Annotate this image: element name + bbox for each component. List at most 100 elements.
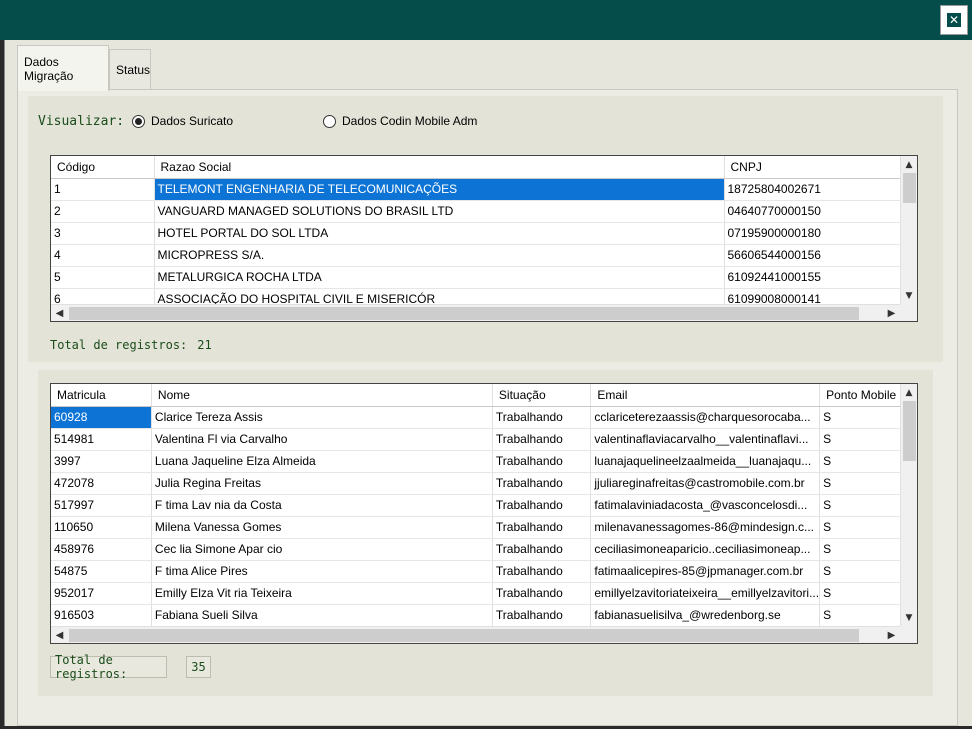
scroll-up-icon[interactable]: ▲ [901, 156, 917, 173]
cell-email[interactable]: ceciliasimoneaparicio..ceciliasimoneap..… [590, 538, 821, 561]
cell-nome[interactable]: Milena Vanessa Gomes [151, 516, 493, 539]
cell-razao-social[interactable]: VANGUARD MANAGED SOLUTIONS DO BRASIL LTD [154, 200, 725, 223]
cell-razao-social[interactable]: TELEMONT ENGENHARIA DE TELECOMUNICAÇÕES [154, 178, 725, 201]
scroll-right-icon[interactable]: ▶ [883, 305, 900, 321]
cell-email[interactable]: emillyelzavitoriateixeira__emillyelzavit… [590, 582, 821, 605]
cell-situacao[interactable]: Trabalhando [492, 604, 592, 627]
table-row[interactable]: 514981 Valentina Fl via Carvalho Trabalhan… [51, 428, 917, 451]
cell-matricula[interactable]: 472078 [51, 472, 152, 495]
cell-nome[interactable]: Cec lia Simone Apar cio [151, 538, 493, 561]
table-row[interactable]: 2 VANGUARD MANAGED SOLUTIONS DO BRASIL LT… [51, 200, 902, 223]
cell-matricula[interactable]: 3997 [51, 450, 152, 473]
scroll-down-icon[interactable]: ▼ [901, 287, 917, 304]
cell-matricula[interactable]: 110650 [51, 516, 152, 539]
cell-email[interactable]: fatimaalicepires-85@jpmanager.com.br [590, 560, 821, 583]
cell-codigo[interactable]: 4 [51, 244, 155, 267]
column-header-matricula[interactable]: Matricula [51, 384, 152, 407]
cell-nome[interactable]: Julia Regina Freitas [151, 472, 493, 495]
cell-email[interactable]: fatimalaviniadacosta_@vasconcelosdi... [590, 494, 821, 517]
cell-situacao[interactable]: Trabalhando [492, 516, 592, 539]
scroll-thumb[interactable] [903, 401, 916, 461]
cell-situacao[interactable]: Trabalhando [492, 582, 592, 605]
cell-codigo[interactable]: 2 [51, 200, 155, 223]
table-row[interactable]: 110650 Milena Vanessa Gomes Trabalhando mil… [51, 516, 917, 539]
employees-horizontal-scrollbar[interactable]: ◀ ▶ [51, 626, 900, 643]
cell-situacao[interactable]: Trabalhando [492, 428, 592, 451]
table-row[interactable]: 60928 Clarice Tereza Assis Trabalhando ccla… [51, 406, 917, 429]
cell-email[interactable]: jjuliareginafreitas@castromobile.com.br [590, 472, 821, 495]
cell-matricula[interactable]: 54875 [51, 560, 152, 583]
table-row[interactable]: 5 METALURGICA ROCHA LTDA 61092441000155 [51, 266, 902, 289]
scroll-thumb[interactable] [69, 629, 859, 642]
scroll-left-icon[interactable]: ◀ [51, 305, 68, 321]
cell-matricula[interactable]: 458976 [51, 538, 152, 561]
column-header-situacao[interactable]: Situação [492, 384, 592, 407]
cell-nome[interactable]: F tima Lav nia da Costa [151, 494, 493, 517]
table-row[interactable]: 916503 Fabiana Sueli Silva Trabalhando fabi… [51, 604, 917, 627]
table-row[interactable]: 1 TELEMONT ENGENHARIA DE TELECOMUNICAÇÕES… [51, 178, 902, 201]
cell-cnpj[interactable]: 18725804002671 [724, 178, 902, 201]
scroll-down-icon[interactable]: ▼ [901, 609, 917, 626]
cell-matricula[interactable]: 514981 [51, 428, 152, 451]
cell-matricula[interactable]: 952017 [51, 582, 152, 605]
table-row[interactable]: 3 HOTEL PORTAL DO SOL LTDA 07195900000180 [51, 222, 902, 245]
cell-cnpj[interactable]: 56606544000156 [724, 244, 902, 267]
cell-email[interactable]: milenavanessagomes-86@mindesign.c... [590, 516, 821, 539]
radio-dados-suricato[interactable]: Dados Suricato [132, 114, 233, 128]
cell-codigo[interactable]: 5 [51, 266, 155, 289]
cell-matricula[interactable]: 916503 [51, 604, 152, 627]
table-row[interactable]: 4 MICROPRESS S/A. 56606544000156 [51, 244, 902, 267]
cell-situacao[interactable]: Trabalhando [492, 538, 592, 561]
scroll-thumb[interactable] [903, 173, 916, 203]
table-row[interactable]: 517997 F tima Lav nia da Costa Trabalhando… [51, 494, 917, 517]
companies-vertical-scrollbar[interactable]: ▲ ▼ [900, 156, 917, 304]
tab-status[interactable]: Status [109, 49, 151, 89]
table-row[interactable]: 3997 Luana Jaqueline Elza Almeida Trabalha… [51, 450, 917, 473]
cell-situacao[interactable]: Trabalhando [492, 494, 592, 517]
radio-dados-codin-mobile-adm[interactable]: Dados Codin Mobile Adm [323, 114, 477, 128]
cell-codigo[interactable]: 3 [51, 222, 155, 245]
table-row[interactable]: 952017 Emilly Elza Vit ria Teixeira Trabal… [51, 582, 917, 605]
cell-email[interactable]: luanajaquelineelzaalmeida__luanajaqu... [590, 450, 821, 473]
cell-codigo[interactable]: 1 [51, 178, 155, 201]
cell-matricula[interactable]: 517997 [51, 494, 152, 517]
cell-nome[interactable]: Clarice Tereza Assis [151, 406, 493, 429]
column-header-cnpj[interactable]: CNPJ [724, 156, 902, 179]
cell-email[interactable]: fabianasuelisilva_@wredenborg.se [590, 604, 821, 627]
cell-email[interactable]: valentinaflaviacarvalho__valentinaflavi.… [590, 428, 821, 451]
cell-nome[interactable]: Fabiana Sueli Silva [151, 604, 493, 627]
employees-grid[interactable]: Matricula Nome Situação Email Ponto Mobi… [50, 383, 918, 644]
cell-cnpj[interactable]: 61092441000155 [724, 266, 902, 289]
cell-razao-social[interactable]: METALURGICA ROCHA LTDA [154, 266, 725, 289]
cell-situacao[interactable]: Trabalhando [492, 560, 592, 583]
cell-razao-social[interactable]: HOTEL PORTAL DO SOL LTDA [154, 222, 725, 245]
table-row[interactable]: 472078 Julia Regina Freitas Trabalhando jju… [51, 472, 917, 495]
cell-situacao[interactable]: Trabalhando [492, 450, 592, 473]
employees-vertical-scrollbar[interactable]: ▲ ▼ [900, 384, 917, 626]
close-button[interactable]: ✕ [940, 5, 968, 35]
scroll-left-icon[interactable]: ◀ [51, 627, 68, 643]
column-header-codigo[interactable]: Código [51, 156, 155, 179]
scroll-thumb[interactable] [69, 307, 859, 320]
companies-horizontal-scrollbar[interactable]: ◀ ▶ [51, 304, 900, 321]
cell-cnpj[interactable]: 04640770000150 [724, 200, 902, 223]
table-row[interactable]: 54875 F tima Alice Pires Trabalhando fatima… [51, 560, 917, 583]
scroll-up-icon[interactable]: ▲ [901, 384, 917, 401]
tab-dados-migracao[interactable]: Dados Migração [17, 45, 109, 91]
companies-grid[interactable]: Código Razao Social CNPJ 1 TELEMONT ENGEN… [50, 155, 918, 322]
cell-situacao[interactable]: Trabalhando [492, 406, 592, 429]
cell-nome[interactable]: Valentina Fl via Carvalho [151, 428, 493, 451]
column-header-nome[interactable]: Nome [151, 384, 493, 407]
cell-email[interactable]: cclariceterezaassis@charquesorocaba... [590, 406, 821, 429]
cell-razao-social[interactable]: MICROPRESS S/A. [154, 244, 725, 267]
cell-cnpj[interactable]: 07195900000180 [724, 222, 902, 245]
cell-nome[interactable]: Luana Jaqueline Elza Almeida [151, 450, 493, 473]
column-header-email[interactable]: Email [590, 384, 821, 407]
table-row[interactable]: 458976 Cec lia Simone Apar cio Trabalhando… [51, 538, 917, 561]
column-header-razao-social[interactable]: Razao Social [154, 156, 725, 179]
cell-nome[interactable]: Emilly Elza Vit ria Teixeira [151, 582, 493, 605]
cell-matricula[interactable]: 60928 [51, 406, 152, 429]
cell-nome[interactable]: F tima Alice Pires [151, 560, 493, 583]
cell-situacao[interactable]: Trabalhando [492, 472, 592, 495]
scroll-right-icon[interactable]: ▶ [883, 627, 900, 643]
